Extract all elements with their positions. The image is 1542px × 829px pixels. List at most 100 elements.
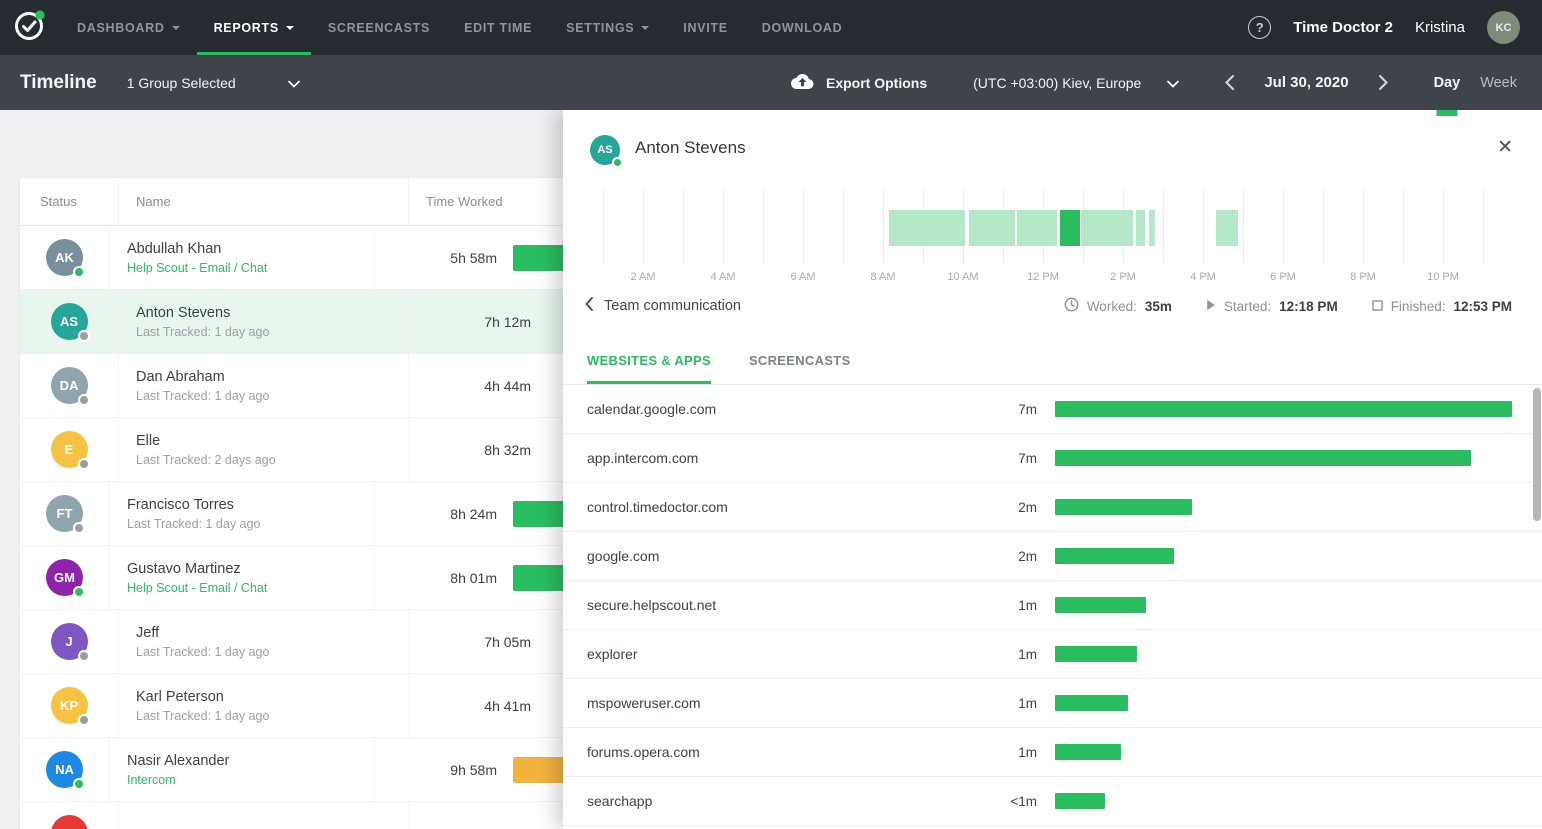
help-icon[interactable]: ?: [1248, 16, 1271, 39]
panel-user-initials: AS: [597, 144, 612, 156]
started-stat: Started: 12:18 PM: [1206, 299, 1338, 314]
column-header-name: Name: [118, 178, 408, 225]
status-dot: [78, 458, 90, 470]
avatar: KP: [51, 687, 88, 724]
name-cell: Abdullah KhanHelp Scout - Email / Chat: [109, 226, 374, 289]
user-avatar[interactable]: KC: [1487, 11, 1520, 44]
website-row[interactable]: calendar.google.com7m: [563, 385, 1542, 434]
activity-segment: [1216, 210, 1238, 246]
website-bar-track: [1055, 499, 1512, 515]
hour-tick: [1403, 187, 1404, 264]
website-time: 1m: [967, 598, 1037, 613]
user-name: Anton Stevens: [136, 305, 408, 321]
panel-user-avatar: AS: [590, 135, 620, 165]
time-worked: 7h 12m: [409, 314, 531, 330]
status-dot: [78, 714, 90, 726]
website-usage-bar: [1055, 695, 1128, 711]
view-day-tab[interactable]: Day: [1434, 75, 1461, 91]
time-worked: 5h 58m: [375, 250, 497, 266]
name-cell: [118, 802, 408, 829]
website-name: control.timedoctor.com: [587, 499, 967, 515]
table-row[interactable]: ASAnton StevensLast Tracked: 1 day ago7h…: [20, 290, 583, 354]
nav-item-download[interactable]: DOWNLOAD: [745, 0, 860, 55]
export-options-button[interactable]: Export Options: [790, 73, 927, 93]
team-table-body: AKAbdullah KhanHelp Scout - Email / Chat…: [20, 226, 583, 829]
column-header-status: Status: [20, 178, 118, 225]
tab-websites-apps[interactable]: WEBSITES & APPS: [587, 353, 711, 384]
website-row[interactable]: mspoweruser.com1m: [563, 679, 1542, 728]
hour-label: 4 AM: [710, 271, 735, 283]
nav-item-dashboard[interactable]: DASHBOARD: [60, 0, 197, 55]
table-row[interactable]: DADan AbrahamLast Tracked: 1 day ago4h 4…: [20, 354, 583, 418]
website-row[interactable]: control.timedoctor.com2m: [563, 483, 1542, 532]
table-row[interactable]: NANasir AlexanderIntercom9h 58m: [20, 738, 583, 802]
nav-item-reports[interactable]: REPORTS: [197, 0, 311, 55]
prev-day-button[interactable]: [1225, 75, 1234, 90]
table-row[interactable]: AKAbdullah KhanHelp Scout - Email / Chat…: [20, 226, 583, 290]
activity-segment: [889, 210, 965, 246]
website-usage-bar: [1055, 646, 1137, 662]
name-cell: Karl PetersonLast Tracked: 1 day ago: [118, 674, 408, 737]
nav-item-invite[interactable]: INVITE: [666, 0, 744, 55]
user-name: Jeff: [136, 625, 408, 641]
tab-screencasts[interactable]: SCREENCASTS: [749, 353, 851, 384]
website-row[interactable]: secure.helpscout.net1m: [563, 581, 1542, 630]
hour-label: 8 AM: [870, 271, 895, 283]
nav-item-screencasts[interactable]: SCREENCASTS: [311, 0, 447, 55]
status-cell: [20, 802, 118, 829]
time-cell: [408, 802, 583, 829]
hour-tick: [723, 187, 724, 264]
activity-segment: [1060, 210, 1080, 246]
name-cell: Gustavo MartinezHelp Scout - Email / Cha…: [109, 546, 374, 609]
status-dot: [78, 650, 90, 662]
task-summary-row: Team communication Worked: 35m Started: …: [585, 292, 1512, 320]
hour-label: 10 PM: [1427, 271, 1459, 283]
hour-label: 8 PM: [1350, 271, 1376, 283]
timezone-selector[interactable]: (UTC +03:00) Kiev, Europe: [973, 75, 1179, 91]
view-week-tab[interactable]: Week: [1480, 75, 1517, 91]
nav-item-edit-time[interactable]: EDIT TIME: [447, 0, 549, 55]
avatar-initials: GM: [54, 570, 75, 585]
nav-item-settings[interactable]: SETTINGS: [549, 0, 666, 55]
view-switch: Day Week: [1434, 75, 1517, 91]
table-row[interactable]: JJeffLast Tracked: 1 day ago7h 05m: [20, 610, 583, 674]
table-row[interactable]: KPKarl PetersonLast Tracked: 1 day ago4h…: [20, 674, 583, 738]
website-row[interactable]: explorer1m: [563, 630, 1542, 679]
user-subtitle: Last Tracked: 1 day ago: [136, 325, 408, 339]
user-initials: KC: [1496, 22, 1512, 34]
task-back-button[interactable]: Team communication: [585, 297, 741, 315]
website-time: 2m: [967, 500, 1037, 515]
status-dot: [78, 394, 90, 406]
next-day-button[interactable]: [1379, 75, 1388, 90]
table-row[interactable]: FTFrancisco TorresLast Tracked: 1 day ag…: [20, 482, 583, 546]
time-worked: 8h 32m: [409, 442, 531, 458]
website-row[interactable]: app.intercom.com7m: [563, 434, 1542, 483]
time-cell: 4h 44m: [408, 354, 583, 417]
website-usage-bar: [1055, 450, 1471, 466]
website-row[interactable]: google.com2m: [563, 532, 1542, 581]
hour-tick: [1163, 187, 1164, 264]
user-subtitle: Help Scout - Email / Chat: [127, 261, 374, 275]
group-selector[interactable]: 1 Group Selected: [127, 75, 300, 91]
table-row[interactable]: [20, 802, 583, 829]
website-row[interactable]: forums.opera.com1m: [563, 728, 1542, 777]
scrollbar-thumb[interactable]: [1533, 388, 1541, 521]
group-selector-label: 1 Group Selected: [127, 75, 236, 91]
website-name: forums.opera.com: [587, 744, 967, 760]
hour-tick: [1323, 187, 1324, 264]
website-row[interactable]: searchapp<1m: [563, 777, 1542, 826]
activity-segment: [1017, 210, 1057, 246]
date-navigator: Jul 30, 2020: [1225, 74, 1387, 91]
activity-segment: [1081, 210, 1133, 246]
toolbar: Timeline 1 Group Selected Export Options…: [0, 55, 1542, 110]
table-row[interactable]: EElleLast Tracked: 2 days ago8h 32m: [20, 418, 583, 482]
date-label[interactable]: Jul 30, 2020: [1264, 74, 1348, 91]
avatar: GM: [46, 559, 83, 596]
play-icon: [1206, 299, 1216, 314]
table-row[interactable]: GM Gustavo MartinezHelp Scout - Email / C…: [20, 546, 583, 610]
close-icon[interactable]: ✕: [1497, 138, 1513, 157]
app-logo[interactable]: [0, 0, 60, 55]
user-subtitle: Last Tracked: 1 day ago: [127, 517, 374, 531]
hour-tick: [1443, 187, 1444, 264]
avatar: NA: [46, 751, 83, 788]
